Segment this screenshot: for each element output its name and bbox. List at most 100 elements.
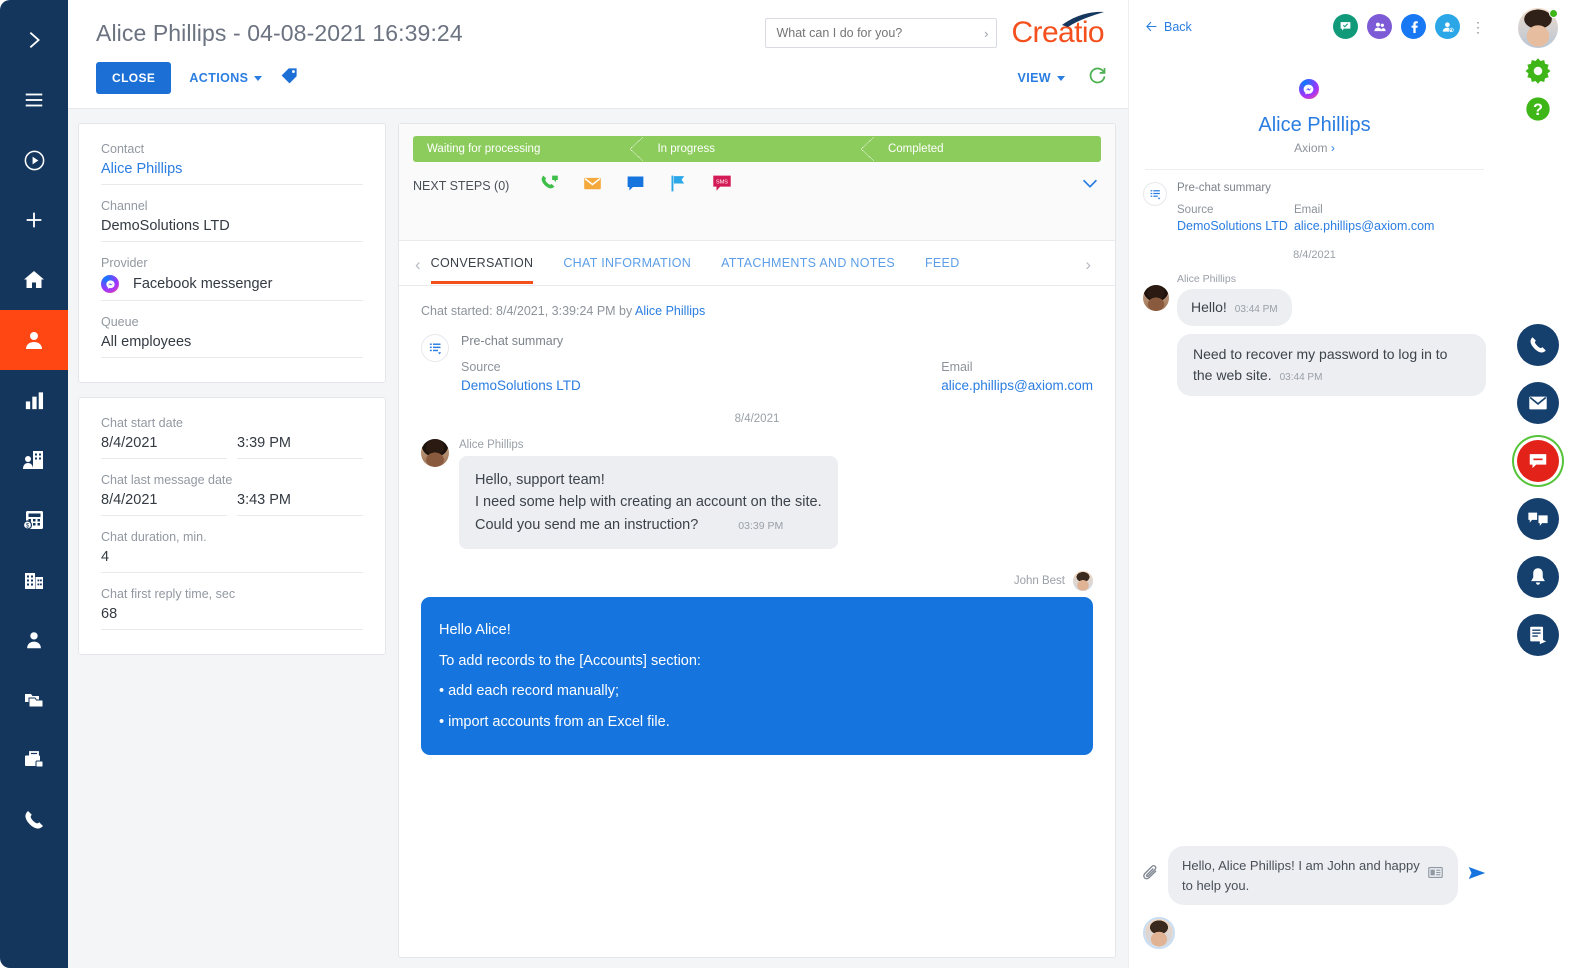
feed-icon <box>1530 626 1547 645</box>
creatio-logo: Creatio <box>1011 11 1108 50</box>
chevron-down-icon <box>254 75 263 81</box>
field-value-provider[interactable]: Facebook messenger <box>101 275 363 301</box>
chat-message-bubble: Hello! 03:44 PM <box>1177 289 1292 326</box>
chat-contact-name[interactable]: Alice Phillips <box>1129 114 1500 137</box>
chat-start-time-value[interactable]: 3:39 PM <box>237 435 363 459</box>
sidebar-item-portfolio[interactable] <box>0 730 68 790</box>
field-chat-duration: Chat duration, min. 4 <box>101 530 363 573</box>
send-icon[interactable] <box>1466 862 1488 889</box>
help-button[interactable]: ? <box>1524 95 1552 128</box>
feed-panel-button[interactable] <box>1517 614 1559 656</box>
template-icon[interactable] <box>1427 864 1444 887</box>
notifications-panel-button[interactable] <box>1517 556 1559 598</box>
chats-panel-button[interactable] <box>1517 498 1559 540</box>
sms-icon[interactable]: SMS <box>711 172 733 199</box>
bar-chart-icon <box>25 391 43 409</box>
chat-contact-account[interactable]: Axiom › <box>1129 141 1500 155</box>
sidebar-menu-button[interactable] <box>0 70 68 130</box>
record-tabs: ‹ CONVERSATION CHAT INFORMATION ATTACHME… <box>399 241 1115 286</box>
actions-button[interactable]: ACTIONS <box>189 71 263 85</box>
prechat-source-value[interactable]: DemoSolutions LTD <box>1177 219 1288 233</box>
field-value-queue[interactable]: All employees <box>101 334 363 358</box>
sidebar-item-home[interactable] <box>0 250 68 310</box>
close-button[interactable]: CLOSE <box>96 62 172 94</box>
sidebar-item-contacts[interactable] <box>0 310 68 370</box>
field-chat-last-message-date: Chat last message date 8/4/2021 3:43 PM <box>101 473 363 516</box>
sidebar-item-dashboards[interactable] <box>0 370 68 430</box>
chat-message-input[interactable]: Hello, Alice Phillips! I am John and hap… <box>1168 846 1458 905</box>
chat-duration-value[interactable]: 4 <box>101 549 363 573</box>
search-box[interactable]: › <box>765 18 998 48</box>
field-chat-start-date: Chat start date 8/4/2021 3:39 PM <box>101 416 363 459</box>
prechat-email-label: Email <box>941 360 973 374</box>
view-button[interactable]: VIEW <box>1017 71 1065 85</box>
chat-first-reply-value[interactable]: 68 <box>101 606 363 630</box>
prechat-email-value[interactable]: alice.phillips@axiom.com <box>1294 219 1435 233</box>
facebook-icon[interactable] <box>1401 14 1426 39</box>
chat-started-prefix: Chat started: 8/4/2021, 3:39:24 PM by <box>421 304 636 318</box>
message-line: Could you send me an instruction? <box>475 516 699 533</box>
field-value-contact[interactable]: Alice Phillips <box>101 161 363 185</box>
settings-button[interactable] <box>1523 56 1553 91</box>
sidebar-item-run-process[interactable] <box>0 130 68 190</box>
messenger-icon <box>101 275 119 293</box>
chat-panel-button[interactable] <box>1517 440 1559 482</box>
sidebar-expand-button[interactable] <box>0 10 68 70</box>
refresh-button[interactable] <box>1087 65 1108 91</box>
chat-approve-icon[interactable] <box>1333 14 1358 39</box>
email-icon[interactable] <box>582 173 603 199</box>
back-button[interactable]: Back <box>1145 20 1192 34</box>
process-stage-in-progress[interactable]: In progress <box>643 136 876 162</box>
assign-user-icon[interactable] <box>1435 14 1460 39</box>
play-circle-icon <box>24 150 44 170</box>
chat-last-date-value[interactable]: 8/4/2021 <box>101 492 227 516</box>
tab-conversation[interactable]: CONVERSATION <box>430 256 534 284</box>
chat-started-author[interactable]: Alice Phillips <box>635 304 705 318</box>
email-icon <box>1529 396 1547 410</box>
paperclip-icon[interactable] <box>1141 864 1160 888</box>
user-avatar-wrap[interactable] <box>1518 8 1558 48</box>
sidebar-item-invoices[interactable]: $ <box>0 490 68 550</box>
flag-icon[interactable] <box>668 173 689 199</box>
tab-feed[interactable]: FEED <box>925 256 960 284</box>
tab-attachments-and-notes[interactable]: ATTACHMENTS AND NOTES <box>721 256 895 284</box>
process-stage-waiting[interactable]: Waiting for processing <box>413 136 645 162</box>
collapse-next-steps-button[interactable] <box>1079 172 1101 199</box>
sidebar-item-calls[interactable] <box>0 790 68 850</box>
field-value-channel[interactable]: DemoSolutions LTD <box>101 218 363 242</box>
phone-panel-button[interactable] <box>1517 324 1559 366</box>
message-line: Hello, support team! <box>475 472 605 488</box>
sidebar-item-companies[interactable] <box>0 550 68 610</box>
sidebar-item-add[interactable] <box>0 190 68 250</box>
sidebar-item-cases[interactable] <box>0 670 68 730</box>
sidebar-item-accounts-people[interactable] <box>0 430 68 490</box>
email-panel-button[interactable] <box>1517 382 1559 424</box>
kebab-menu-icon[interactable]: ⋮ <box>1469 20 1486 34</box>
prechat-source: Source DemoSolutions LTD <box>461 360 581 393</box>
prechat-email-value[interactable]: alice.phillips@axiom.com <box>941 378 1093 393</box>
tab-chat-information[interactable]: CHAT INFORMATION <box>563 256 691 284</box>
chat-last-time-value[interactable]: 3:43 PM <box>237 492 363 516</box>
group-icon[interactable] <box>1367 14 1392 39</box>
prechat-title: Pre-chat summary <box>461 334 564 348</box>
field-label: Contact <box>101 142 145 156</box>
tag-button[interactable] <box>280 66 299 90</box>
prechat-source: Source DemoSolutions LTD <box>1177 204 1288 233</box>
process-stage-completed[interactable]: Completed <box>873 136 1101 162</box>
chat-message-bubble: Need to recover my password to log in to… <box>1177 334 1486 396</box>
message-icon[interactable] <box>625 173 646 199</box>
search-submit-icon[interactable]: › <box>984 26 988 41</box>
avatar[interactable] <box>1143 917 1175 949</box>
tabs-next-button[interactable]: › <box>1083 255 1101 285</box>
message-block-outgoing: John Best Hello Alice! To add records to… <box>421 571 1093 756</box>
chat-start-date-value[interactable]: 8/4/2021 <box>101 435 227 459</box>
call-icon[interactable] <box>539 173 560 199</box>
chat-panel-toolbar: Back ⋮ <box>1129 0 1500 39</box>
prechat-source-value[interactable]: DemoSolutions LTD <box>461 378 581 393</box>
briefcase-icon <box>25 751 44 768</box>
search-input[interactable] <box>776 26 985 40</box>
tabs-prev-button[interactable]: ‹ <box>413 255 431 285</box>
refresh-icon <box>1089 67 1106 84</box>
chat-message-group: Alice Phillips Hello! 03:44 PM Need to re… <box>1143 273 1486 396</box>
sidebar-item-contact[interactable] <box>0 610 68 670</box>
